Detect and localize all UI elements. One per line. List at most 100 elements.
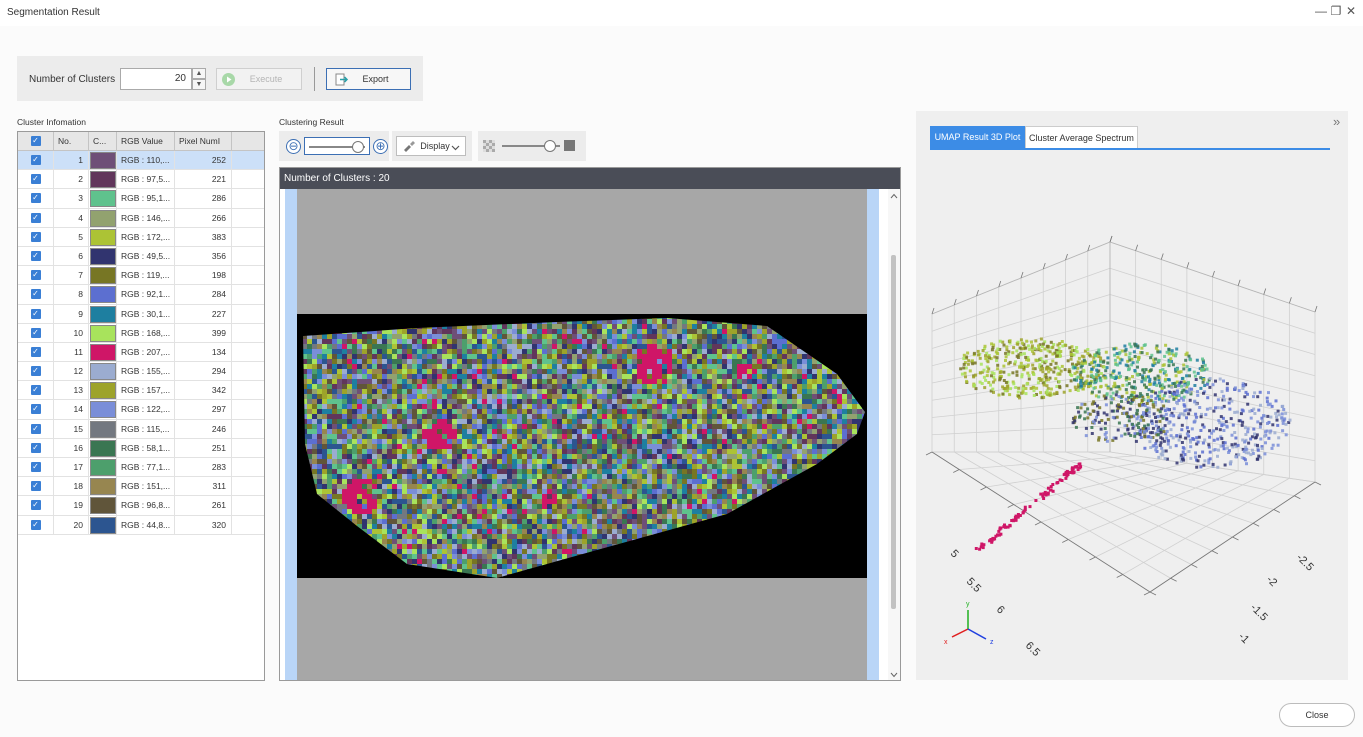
table-row[interactable]: ✓ 15 RGB : 115,... 246 [18,419,264,439]
row-check-cell[interactable]: ✓ [18,381,54,400]
pixel [587,329,592,334]
opacity-slider-thumb[interactable] [543,140,556,152]
row-check-cell[interactable]: ✓ [18,304,54,323]
row-checkbox[interactable]: ✓ [30,500,41,511]
pixel [602,384,607,389]
zoom-slider-thumb[interactable] [352,141,365,153]
col-header-pixels[interactable]: Pixel NumI [175,132,232,151]
table-row[interactable]: ✓ 5 RGB : 172,... 383 [18,227,264,247]
row-check-cell[interactable]: ✓ [18,189,54,208]
image-canvas[interactable] [297,189,867,680]
table-row[interactable]: ✓ 12 RGB : 155,... 294 [18,362,264,382]
row-checkbox[interactable]: ✓ [30,519,41,530]
pixel [437,399,442,404]
pixel [602,329,607,334]
pixel [487,419,492,424]
row-checkbox[interactable]: ✓ [30,250,41,261]
pixel [692,349,697,354]
pixel [642,334,647,339]
zoom-out-icon[interactable]: ⊖ [286,139,301,154]
table-row[interactable]: ✓ 10 RGB : 168,... 399 [18,323,264,343]
row-checkbox[interactable]: ✓ [30,385,41,396]
pixel [487,389,492,394]
row-checkbox[interactable]: ✓ [30,193,41,204]
table-row[interactable]: ✓ 14 RGB : 122,... 297 [18,400,264,420]
row-checkbox[interactable]: ✓ [30,270,41,281]
row-check-cell[interactable]: ✓ [18,266,54,285]
pixel [772,469,777,474]
table-row[interactable]: ✓ 16 RGB : 58,1... 251 [18,438,264,458]
execute-button[interactable]: Execute [216,68,302,90]
pixel [707,369,712,374]
opacity-slider[interactable] [500,139,562,153]
close-window-button[interactable]: ✕ [1343,3,1359,19]
row-checkbox[interactable]: ✓ [30,462,41,472]
table-row[interactable]: ✓ 19 RGB : 96,8... 261 [18,496,264,516]
pixel [667,389,672,394]
row-check-cell[interactable]: ✓ [18,285,54,304]
table-row[interactable]: ✓ 13 RGB : 157,... 342 [18,381,264,401]
table-row[interactable]: ✓ 17 RGB : 77,1... 283 [18,458,264,478]
row-check-cell[interactable]: ✓ [18,477,54,496]
row-checkbox[interactable]: ✓ [30,481,41,492]
row-check-cell[interactable]: ✓ [18,400,54,419]
table-row[interactable]: ✓ 4 RGB : 146,... 266 [18,208,264,228]
zoom-slider[interactable] [304,137,370,155]
row-checkbox[interactable]: ✓ [30,366,41,377]
table-row[interactable]: ✓ 7 RGB : 119,... 198 [18,266,264,286]
table-row[interactable]: ✓ 18 RGB : 151,... 311 [18,477,264,497]
spin-down-button[interactable]: ▼ [192,79,206,90]
row-check-cell[interactable]: ✓ [18,515,54,534]
pixel [702,374,707,379]
row-checkbox[interactable]: ✓ [30,442,41,453]
row-check-cell[interactable]: ✓ [18,342,54,362]
table-row[interactable]: ✓ 8 RGB : 92,1... 284 [18,285,264,305]
table-row[interactable]: ✓ 6 RGB : 49,5... 356 [18,246,264,267]
col-header-color[interactable]: C... [89,132,117,151]
restore-button[interactable]: ❐ [1328,3,1344,19]
row-checkbox[interactable]: ✓ [30,327,41,338]
select-all-checkbox[interactable]: ✓ [30,136,41,146]
row-check-cell[interactable]: ✓ [18,170,54,189]
row-checkbox[interactable]: ✓ [30,155,41,165]
minimize-button[interactable]: — [1313,3,1329,19]
pixel [462,479,467,484]
select-all-header[interactable]: ✓ [18,132,54,151]
display-dropdown[interactable]: Display [396,136,466,156]
export-button[interactable]: Export [326,68,411,90]
row-check-cell[interactable]: ✓ [18,458,54,477]
row-checkbox[interactable]: ✓ [30,308,41,319]
row-check-cell[interactable]: ✓ [18,438,54,457]
zoom-in-icon[interactable]: ⊕ [373,139,388,154]
row-checkbox[interactable]: ✓ [30,346,41,357]
row-checkbox[interactable]: ✓ [30,174,41,185]
spin-up-button[interactable]: ▲ [192,68,206,79]
row-checkbox[interactable]: ✓ [30,231,41,242]
row-check-cell[interactable]: ✓ [18,362,54,381]
row-check-cell[interactable]: ✓ [18,419,54,438]
row-check-cell[interactable]: ✓ [18,151,54,170]
table-row[interactable]: ✓ 11 RGB : 207,... 134 [18,342,264,363]
table-row[interactable]: ✓ 1 RGB : 110,... 252 [18,151,264,171]
col-header-rgb[interactable]: RGB Value [117,132,175,151]
clusters-input[interactable]: 20 [120,68,192,90]
row-check-cell[interactable]: ✓ [18,246,54,266]
table-row[interactable]: ✓ 9 RGB : 30,1... 227 [18,304,264,324]
row-checkbox[interactable]: ✓ [30,423,41,434]
row-check-cell[interactable]: ✓ [18,227,54,246]
pixel [312,394,317,399]
row-checkbox[interactable]: ✓ [30,289,41,300]
row-checkbox[interactable]: ✓ [30,404,41,415]
col-header-no[interactable]: No. [54,132,89,151]
row-check-cell[interactable]: ✓ [18,323,54,342]
row-check-cell[interactable]: ✓ [18,208,54,227]
pixel [747,404,752,409]
pixel [697,434,702,439]
table-row[interactable]: ✓ 2 RGB : 97,5... 221 [18,170,264,190]
table-row[interactable]: ✓ 20 RGB : 44,8... 320 [18,515,264,535]
row-check-cell[interactable]: ✓ [18,496,54,515]
color-swatch [89,382,116,400]
pixel [792,434,797,439]
table-row[interactable]: ✓ 3 RGB : 95,1... 286 [18,189,264,209]
row-checkbox[interactable]: ✓ [30,212,41,223]
